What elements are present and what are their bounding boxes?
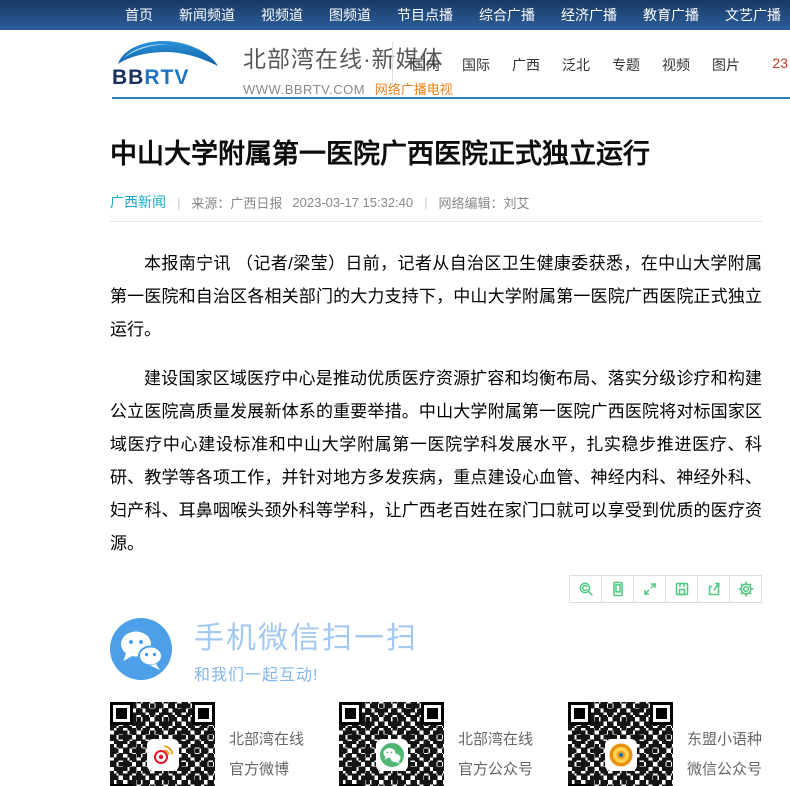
subnav-item-international[interactable]: 国际 (462, 55, 490, 75)
qr-labels: 北部湾在线 官方微博 (229, 725, 304, 785)
article-paragraph: 建设国家区域医疗中心是推动优质医疗资源扩容和均衡布局、落实分级诊疗和构建公立医院… (110, 362, 762, 560)
qr-labels: 东盟小语种 微信公众号 (687, 725, 762, 785)
qr-group-asean: 东盟小语种 微信公众号 (568, 702, 783, 786)
article-paragraph: 本报南宁讯 （记者/梁莹）日前，记者从自治区卫生健康委获悉，在中山大学附属第一医… (110, 247, 762, 346)
topnav-item-education-radio[interactable]: 教育广播 (643, 5, 699, 25)
qr-label-line1: 东盟小语种 (687, 725, 762, 755)
fullscreen-icon[interactable] (633, 575, 666, 603)
qr-label-line2: 官方微博 (229, 755, 304, 785)
topnav-item-economic-radio[interactable]: 经济广播 (561, 5, 617, 25)
wechat-icon (110, 618, 172, 680)
wechat-banner-text: 手机微信扫一扫 和我们一起互动! (194, 613, 418, 685)
qr-code-weibo (110, 702, 215, 786)
qr-finder (339, 702, 362, 725)
topnav-item-arts-radio[interactable]: 文艺广播 (725, 5, 781, 25)
qr-label-line1: 北部湾在线 (229, 725, 304, 755)
topnav-item-ondemand[interactable]: 节目点播 (397, 5, 453, 25)
zoom-icon[interactable] (569, 575, 602, 603)
wechat-banner-headline: 手机微信扫一扫 (194, 613, 418, 657)
source-label: 来源：广西日报 (191, 193, 282, 212)
subnav-item-special[interactable]: 专题 (612, 55, 640, 75)
qr-code-section: 北部湾在线 官方微博 (110, 702, 762, 786)
weibo-icon (147, 739, 179, 771)
qr-code-wechat (339, 702, 444, 786)
subnav-item-fanbei[interactable]: 泛北 (562, 55, 590, 75)
article-title: 中山大学附属第一医院广西医院正式独立运行 (110, 132, 762, 171)
topnav-item-news[interactable]: 新闻频道 (179, 5, 235, 25)
meta-separator: | (413, 195, 438, 210)
subnav-item-video[interactable]: 视频 (662, 55, 690, 75)
qr-finder (110, 702, 133, 725)
site-header: BBRTV 北部湾在线·新媒体 WWW.BBRTV.COM 网络广播电视 国内 … (0, 30, 790, 97)
qr-label-line2: 官方公众号 (458, 755, 533, 785)
qr-label-line1: 北部湾在线 (458, 725, 533, 755)
qr-finder (568, 702, 591, 725)
topnav-item-video[interactable]: 视频道 (261, 5, 303, 25)
article-main: 中山大学附属第一医院广西医院正式独立运行 广西新闻 | 来源：广西日报 2023… (0, 132, 790, 786)
wechat-banner-subline: 和我们一起互动! (194, 661, 418, 685)
meta-divider (110, 221, 762, 222)
subnav-item-pictures[interactable]: 图片 (712, 55, 740, 75)
share-icon[interactable] (697, 575, 730, 603)
bbrtv-logo[interactable]: BBRTV (112, 38, 230, 90)
qr-group-weibo: 北部湾在线 官方微博 (110, 702, 325, 786)
qr-code-asean (568, 702, 673, 786)
clipped-date-text: 23 (772, 55, 788, 71)
category-link[interactable]: 广西新闻 (110, 192, 166, 212)
editor-label: 网络编辑：刘艾 (439, 193, 530, 212)
qr-finder (421, 702, 444, 725)
subnav-item-guangxi[interactable]: 广西 (512, 55, 540, 75)
qr-finder (650, 702, 673, 725)
asean-icon (605, 739, 637, 771)
logo-wordmark: BBRTV (112, 66, 230, 90)
meta-separator: | (166, 195, 191, 210)
settings-gear-icon[interactable] (729, 575, 762, 603)
wechat-icon (376, 739, 408, 771)
publish-datetime: 2023-03-17 15:32:40 (292, 195, 413, 210)
save-icon[interactable] (665, 575, 698, 603)
subnav-item-domestic[interactable]: 国内 (412, 55, 440, 75)
qr-group-wechat: 北部湾在线 官方公众号 (339, 702, 554, 786)
site-url: WWW.BBRTV.COM (243, 82, 365, 97)
qr-label-line2: 微信公众号 (687, 755, 762, 785)
topnav-item-home[interactable]: 首页 (125, 5, 153, 25)
top-navigation: 首页 新闻频道 视频道 图频道 节目点播 综合广播 经济广播 教育广播 文艺广播… (0, 0, 790, 30)
qr-labels: 北部湾在线 官方公众号 (458, 725, 533, 785)
site-tagline: 网络广播电视 (375, 82, 453, 97)
article-toolbar (110, 575, 762, 603)
qr-finder (192, 702, 215, 725)
secondary-navigation: 国内 国际 广西 泛北 专题 视频 图片 (412, 55, 740, 75)
mobile-icon[interactable] (601, 575, 634, 603)
topnav-item-general-radio[interactable]: 综合广播 (479, 5, 535, 25)
header-divider (392, 42, 393, 86)
wechat-scan-banner: 手机微信扫一扫 和我们一起互动! (110, 613, 762, 685)
topnav-item-photo[interactable]: 图频道 (329, 5, 371, 25)
article-meta: 广西新闻 | 来源：广西日报 2023-03-17 15:32:40 | 网络编… (110, 192, 762, 212)
